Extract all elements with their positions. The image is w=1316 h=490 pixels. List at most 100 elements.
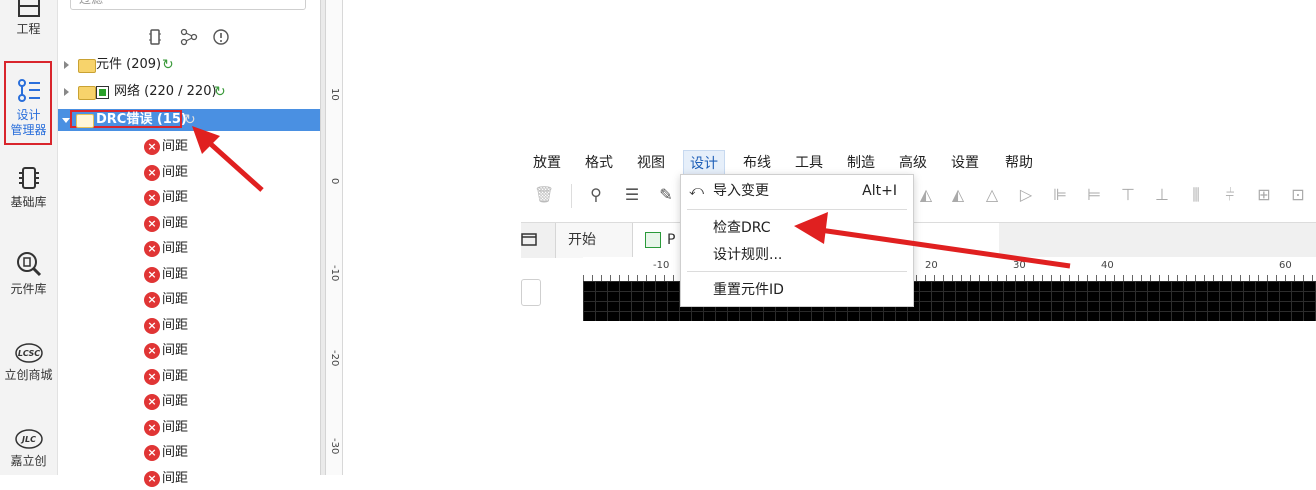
search-icon[interactable]: ⚲ — [587, 186, 605, 204]
drc-error-label: 间距 — [162, 241, 189, 256]
drc-error-item[interactable]: × 间距 — [58, 442, 320, 464]
drc-error-label: 间距 — [162, 317, 189, 333]
drc-error-item[interactable]: × 间距 — [58, 315, 320, 337]
design-rules-label: 设计规则... — [713, 247, 783, 263]
tree-label-components: 元件 (209) — [96, 57, 162, 72]
menu-advanced[interactable]: 高级 — [899, 150, 927, 176]
rail-base-library-label: 基础库 — [10, 195, 47, 209]
drc-error-label: 间距 — [162, 419, 189, 435]
menu-item-reset-ids[interactable]: 重置元件ID — [681, 277, 913, 303]
expand-caret-icon[interactable] — [64, 61, 69, 69]
drc-error-item[interactable]: × 间距 — [58, 468, 320, 490]
menu-place[interactable]: 放置 — [533, 150, 561, 176]
vruler-tick: -10 — [329, 265, 340, 282]
import-changes-label: 导入变更 — [713, 183, 769, 199]
rail-jlc[interactable]: JLC 嘉立创 — [0, 428, 57, 469]
open-folder-icon — [76, 114, 94, 128]
collapse-caret-icon[interactable] — [62, 118, 70, 123]
rail-base-library[interactable]: 基础库 — [0, 165, 57, 210]
rail-component-library-label: 元件库 — [10, 282, 47, 296]
refresh-icon[interactable]: ↻ — [214, 81, 226, 103]
menu-tools[interactable]: 工具 — [795, 150, 823, 176]
hruler-tick: 60 — [1279, 260, 1292, 271]
vruler-tick: 10 — [329, 88, 340, 101]
menu-view[interactable]: 视图 — [637, 150, 665, 176]
tabs-menu-icon[interactable] — [521, 232, 537, 246]
grid-icon[interactable]: ⊞ — [1255, 186, 1273, 204]
distribute-icon[interactable]: ⫼ — [1187, 186, 1205, 204]
error-icon: × — [144, 419, 160, 436]
tab-pcb-label: P — [667, 232, 676, 248]
rail-design-label-2: 管理器 — [10, 123, 47, 137]
chip-icon — [18, 167, 39, 189]
annotation-arrow-right — [794, 212, 1071, 269]
vruler-tick: -30 — [329, 438, 340, 455]
drc-filter-icon[interactable] — [212, 28, 230, 50]
vertical-ruler: 10 0 -10 -20 -30 — [326, 0, 343, 475]
tree-label-drc-errors: DRC错误 (15) — [96, 112, 187, 127]
search-chip-icon — [16, 252, 41, 277]
find-list-icon[interactable]: ☰ — [623, 186, 641, 204]
check-drc-label: 检查DRC — [713, 220, 771, 236]
align-top-icon[interactable]: ⊤ — [1119, 186, 1137, 204]
design-manager-icon — [17, 79, 40, 102]
error-icon: × — [144, 317, 160, 334]
drc-error-label: 间距 — [162, 394, 189, 409]
align-bottom-icon[interactable]: ⊥ — [1153, 186, 1171, 204]
error-icon: × — [144, 470, 160, 487]
drc-error-item[interactable]: × 间距 — [58, 340, 320, 362]
drc-error-item[interactable]: × 间距 — [58, 238, 320, 260]
rail-project[interactable]: 工程 — [0, 0, 57, 37]
error-icon: × — [144, 241, 160, 257]
delete-icon[interactable]: 🗑 — [534, 186, 554, 204]
layer-input[interactable] — [521, 279, 541, 306]
net-icon — [96, 86, 109, 99]
expand-caret-icon[interactable] — [64, 88, 69, 96]
rail-component-library[interactable]: 元件库 — [0, 250, 57, 297]
rail-lcsc-store[interactable]: LCSC 立创商城 — [0, 342, 57, 383]
tree-row-components[interactable]: 元件 (209) ↻ — [58, 54, 320, 76]
drc-error-label: 间距 — [162, 266, 189, 282]
menu-format[interactable]: 格式 — [585, 150, 613, 176]
align-right-icon[interactable]: ⊨ — [1085, 186, 1103, 204]
error-icon: × — [144, 445, 160, 461]
pcb-icon — [645, 232, 661, 248]
vruler-tick: 0 — [329, 178, 340, 185]
annotation-arrow-left — [192, 126, 264, 192]
filter-input[interactable]: 过滤 — [70, 0, 306, 10]
distribute-icon[interactable]: ⫩ — [1221, 186, 1239, 204]
jlc-logo-text: JLC — [20, 435, 36, 444]
drc-error-item[interactable]: × 间距 — [58, 289, 320, 311]
drc-error-item[interactable]: × 间距 — [58, 264, 320, 286]
refresh-icon[interactable]: ↻ — [162, 54, 174, 76]
menu-settings[interactable]: 设置 — [951, 150, 979, 176]
error-icon: × — [144, 394, 160, 410]
lcsc-logo-text: LCSC — [17, 349, 39, 358]
more-icon[interactable]: ⊡ — [1289, 186, 1307, 204]
menu-bar: 放置 格式 视图 设计 布线 工具 制造 高级 设置 帮助 — [521, 150, 1316, 176]
import-icon: ⤺ — [689, 183, 704, 199]
components-filter-icon[interactable] — [148, 28, 162, 50]
error-icon: × — [144, 190, 160, 206]
error-icon: × — [144, 343, 160, 359]
drc-error-item[interactable]: × 间距 — [58, 391, 320, 413]
menu-design[interactable]: 设计 — [683, 150, 725, 176]
menu-help[interactable]: 帮助 — [1005, 150, 1033, 176]
rail-project-label: 工程 — [16, 22, 41, 36]
drc-error-item[interactable]: × 间距 — [58, 213, 320, 235]
menu-routing[interactable]: 布线 — [743, 150, 771, 176]
drc-error-item[interactable]: × 间距 — [58, 366, 320, 388]
tab-start[interactable]: 开始 — [555, 223, 633, 258]
ruler-icon[interactable]: ✎ — [657, 186, 675, 204]
drc-error-item[interactable]: × 间距 — [58, 417, 320, 439]
drc-error-label: 间距 — [162, 215, 189, 231]
rail-lcsc-label: 立创商城 — [4, 368, 53, 382]
folder-icon — [78, 86, 96, 100]
error-icon: × — [144, 368, 160, 385]
rail-design-manager-content[interactable]: 设计 管理器 — [0, 78, 57, 138]
drc-error-label: 间距 — [162, 343, 189, 358]
error-icon: × — [144, 266, 160, 283]
tree-row-nets[interactable]: 网络 (220 / 220) ↻ — [58, 81, 320, 103]
nets-filter-icon[interactable] — [180, 28, 198, 50]
menu-fabrication[interactable]: 制造 — [847, 150, 875, 176]
